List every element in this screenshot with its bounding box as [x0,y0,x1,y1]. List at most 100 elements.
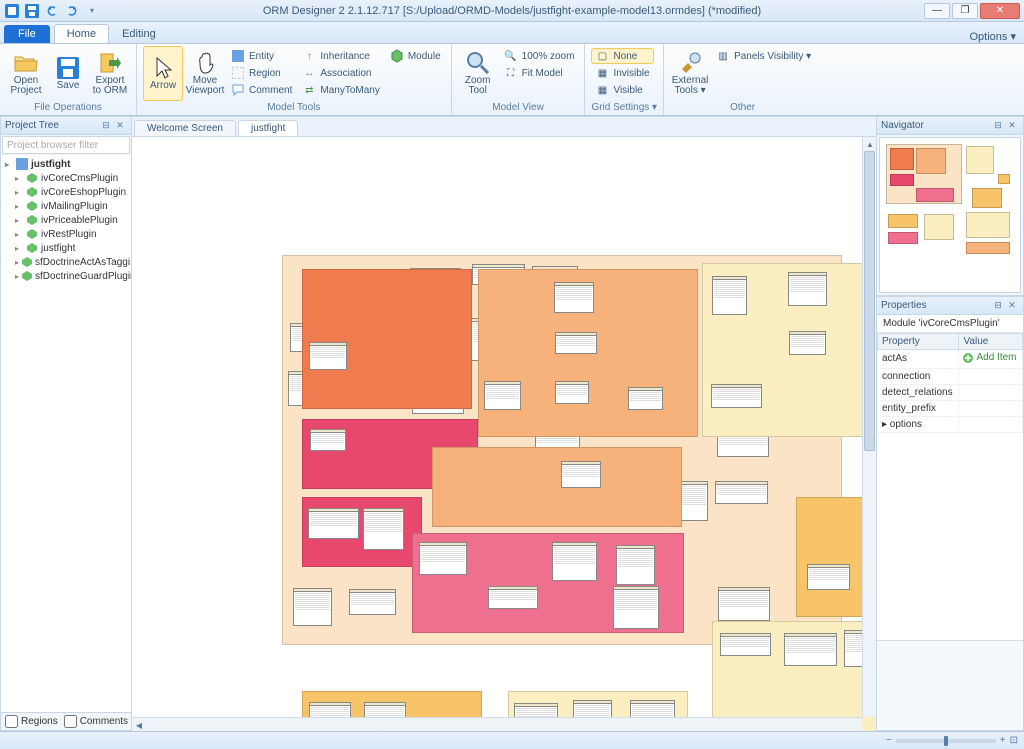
add-item-button[interactable]: Add Item [963,352,1016,363]
scrollbar-thumb[interactable] [864,151,875,451]
inheritance-button[interactable]: ↑Inheritance [298,48,383,64]
entity-box[interactable] [718,587,770,620]
entity-box[interactable] [349,589,396,615]
close-panel-icon[interactable]: ✕ [113,119,127,133]
entity-box[interactable] [628,387,664,410]
expand-icon[interactable]: ▸ [15,230,23,239]
move-viewport-button[interactable]: Move Viewport [185,46,225,101]
horizontal-scrollbar[interactable]: ◀ [132,717,862,731]
entity-box[interactable] [488,586,538,609]
comments-checkbox[interactable]: Comments [64,715,128,728]
entity-box[interactable] [484,381,521,410]
comment-button[interactable]: Comment [227,82,296,98]
expand-icon[interactable]: ▸ [15,174,23,183]
qat-more-icon[interactable]: ▾ [84,3,100,19]
scroll-left-icon[interactable]: ◀ [132,718,146,731]
entity-box[interactable] [711,384,762,408]
entity-box[interactable] [419,542,468,574]
property-row[interactable]: ▸ options [878,416,1023,432]
pin-icon[interactable]: ⊟ [99,119,113,133]
property-row[interactable]: actAsAdd Item [878,350,1023,369]
entity-box[interactable] [720,633,771,655]
tree-item[interactable]: ▸justfight [3,241,129,255]
property-value[interactable] [959,368,1023,384]
regions-checkbox[interactable]: Regions [5,715,58,728]
maximize-button[interactable]: ❐ [952,3,978,19]
tree-item[interactable]: ▸ivPriceablePlugin [3,213,129,227]
entity-box[interactable] [616,545,656,585]
entity-box[interactable] [789,331,826,356]
external-tools-button[interactable]: External Tools ▾ [670,46,710,101]
tree-root[interactable]: ▸ justfight [3,157,129,171]
save-icon[interactable] [24,3,40,19]
doctab-justfight[interactable]: justfight [238,120,298,136]
region-button[interactable]: Region [227,65,296,81]
tree-item[interactable]: ▸sfDoctrineGuardPlugin [3,269,129,283]
close-button[interactable]: ✕ [980,3,1020,19]
entity-box[interactable] [552,542,597,582]
property-value[interactable]: Add Item [959,350,1023,369]
navigator-pin-icon[interactable]: ⊟ [991,119,1005,133]
vertical-scrollbar[interactable]: ▲ [862,137,876,717]
property-row[interactable]: connection [878,368,1023,384]
property-value[interactable] [959,400,1023,416]
tab-editing[interactable]: Editing [109,24,169,43]
entity-box[interactable] [613,586,659,629]
file-menu[interactable]: File [4,25,50,43]
properties-pin-icon[interactable]: ⊟ [991,299,1005,313]
expand-icon[interactable]: ▸ [15,216,23,225]
model-region[interactable] [302,269,472,409]
undo-icon[interactable] [44,3,60,19]
expand-icon[interactable]: ▸ [15,272,19,281]
model-canvas[interactable] [132,137,876,731]
expand-icon[interactable]: ▸ [15,202,23,211]
entity-box[interactable] [712,276,747,315]
property-row[interactable]: detect_relations [878,384,1023,400]
zoom-100-button[interactable]: 🔍100% zoom [500,48,579,64]
project-tree[interactable]: ▸ justfight ▸ivCoreCmsPlugin▸ivCoreEshop… [1,155,131,712]
entity-button[interactable]: Entity [227,48,296,64]
navigator-canvas[interactable] [879,137,1021,293]
entity-box[interactable] [293,588,332,626]
entity-box[interactable] [807,564,850,590]
zoom-slider[interactable] [896,739,996,743]
tab-home[interactable]: Home [54,24,109,43]
property-row[interactable]: entity_prefix [878,400,1023,416]
tree-item[interactable]: ▸ivCoreCmsPlugin [3,171,129,185]
navigator-close-icon[interactable]: ✕ [1005,119,1019,133]
zoom-out-button[interactable]: − [886,735,892,746]
panels-visibility-button[interactable]: ▥Panels Visibility ▾ [712,48,815,64]
minimize-button[interactable]: — [924,3,950,19]
property-value[interactable] [959,416,1023,432]
arrow-tool-button[interactable]: Arrow [143,46,183,101]
grid-visible-button[interactable]: ▦Visible [591,82,653,98]
properties-close-icon[interactable]: ✕ [1005,299,1019,313]
tree-item[interactable]: ▸ivRestPlugin [3,227,129,241]
project-filter-input[interactable]: Project browser filter [2,136,130,154]
grid-invisible-button[interactable]: ▦Invisible [591,65,653,81]
tree-item[interactable]: ▸ivMailingPlugin [3,199,129,213]
manytomany-button[interactable]: ⇄ManyToMany [298,82,383,98]
collapse-icon[interactable]: ▸ [5,160,13,169]
entity-box[interactable] [555,332,597,354]
association-button[interactable]: ↔Association [298,65,383,81]
expand-icon[interactable]: ▸ [15,188,23,197]
entity-box[interactable] [363,508,404,550]
grid-none-button[interactable]: ▢None [591,48,653,64]
model-region[interactable] [432,447,682,527]
export-button[interactable]: Export to ORM [90,46,130,101]
tree-item[interactable]: ▸ivCoreEshopPlugin [3,185,129,199]
zoom-knob[interactable] [944,736,948,746]
scroll-up-icon[interactable]: ▲ [863,137,876,151]
zoom-fit-icon[interactable]: ⊡ [1010,735,1018,746]
property-value[interactable] [959,384,1023,400]
entity-box[interactable] [788,272,827,306]
zoom-in-button[interactable]: + [1000,735,1006,746]
zoom-tool-button[interactable]: Zoom Tool [458,46,498,101]
entity-box[interactable] [554,282,594,313]
redo-icon[interactable] [64,3,80,19]
entity-box[interactable] [784,633,837,666]
entity-box[interactable] [555,381,590,404]
expand-icon[interactable]: ▸ [15,258,19,267]
open-project-button[interactable]: Open Project [6,46,46,101]
